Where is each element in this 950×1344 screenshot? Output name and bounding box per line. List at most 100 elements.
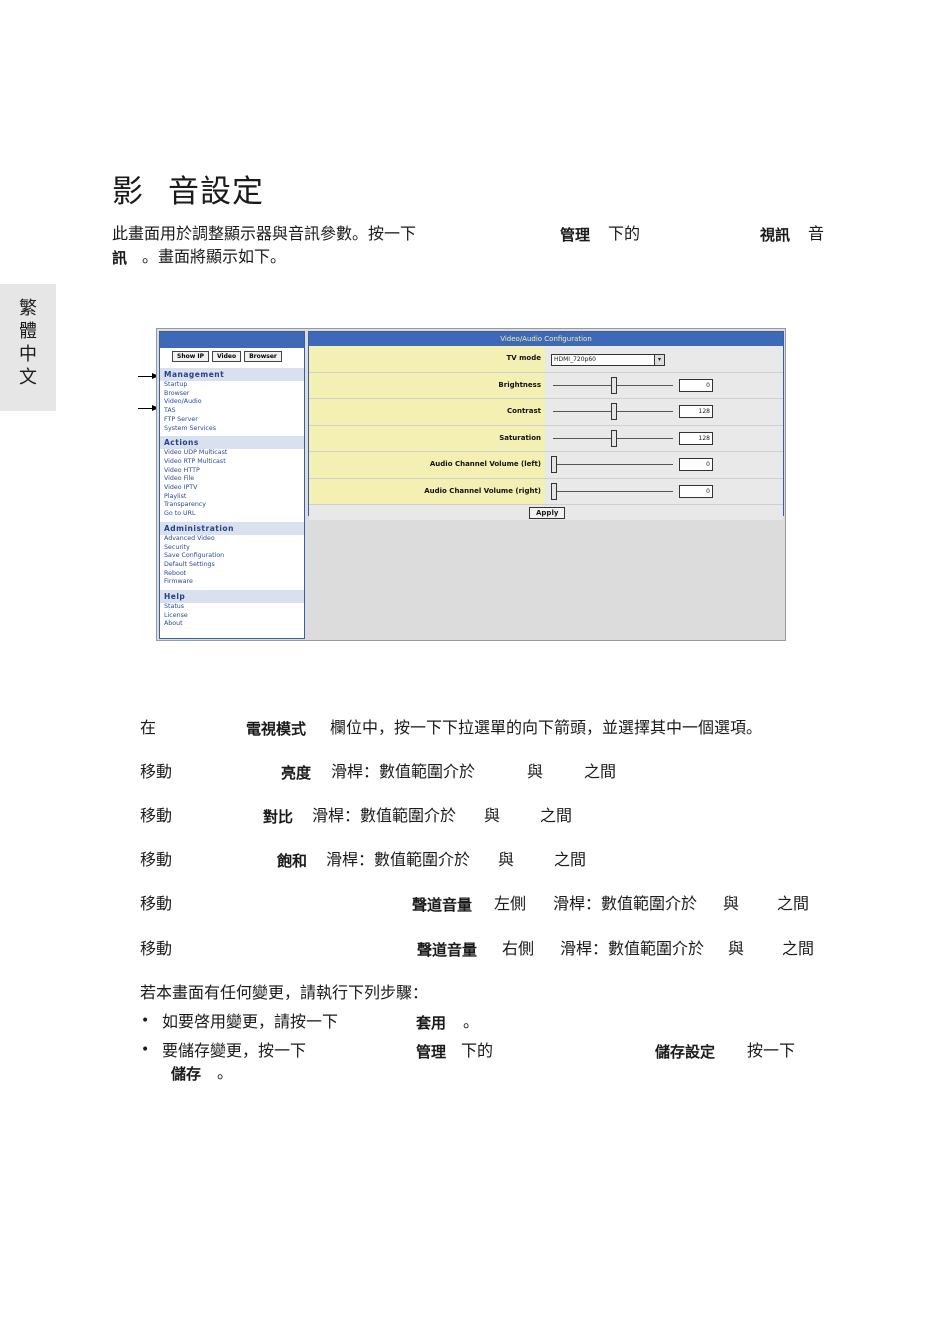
bullet-1-b: 套用 bbox=[416, 1014, 447, 1032]
nav-item-video-file[interactable]: Video File bbox=[160, 475, 304, 484]
tv-mode-select[interactable]: HDMI_720p60 ▾ bbox=[551, 354, 665, 366]
slider-track[interactable] bbox=[553, 490, 673, 492]
nav-item-security[interactable]: Security bbox=[160, 544, 304, 553]
step-1-c: 欄位中，按一下下拉選單的向下箭頭，並選擇其中一個選項。 bbox=[330, 718, 763, 737]
nav-item-system-services[interactable]: System Services bbox=[160, 425, 304, 434]
nav-item-browser[interactable]: Browser bbox=[160, 390, 304, 399]
intro-audio-a: 音 bbox=[808, 224, 825, 243]
step-3-e: 之間 bbox=[540, 806, 573, 825]
tv-mode-label: TV mode bbox=[309, 346, 545, 372]
page-title-b: 音設定 bbox=[168, 174, 264, 210]
nav-item-video-iptv[interactable]: Video IPTV bbox=[160, 484, 304, 493]
slider-track[interactable] bbox=[553, 464, 673, 465]
tv-mode-value: HDMI_720p60 bbox=[554, 356, 596, 363]
intro-text: 此畫面用於調整顯示器與音訊參數。按一下 bbox=[112, 224, 417, 243]
nav-item-status[interactable]: Status bbox=[160, 603, 304, 612]
chevron-down-icon[interactable]: ▾ bbox=[654, 355, 664, 365]
bullet-2-d: 儲存設定 bbox=[655, 1043, 716, 1061]
slider-value-input[interactable]: 0 bbox=[679, 484, 713, 498]
browser-button[interactable]: Browser bbox=[244, 351, 282, 362]
step-2-b: 亮度 bbox=[281, 764, 312, 782]
nav-section-actions: Actions bbox=[160, 436, 304, 450]
step-6-c: 滑桿：數值範圍介於 bbox=[560, 939, 705, 958]
step-3-a: 移動 bbox=[140, 806, 173, 825]
nav-header bbox=[160, 332, 304, 348]
side-tab-char: 文 bbox=[19, 367, 37, 388]
arrow-pointer-management bbox=[138, 373, 159, 379]
slider-value-input[interactable]: 0 bbox=[679, 458, 713, 471]
slider-label: Contrast bbox=[309, 399, 545, 425]
bullet-2-c: 下的 bbox=[461, 1041, 494, 1060]
apply-button[interactable]: Apply bbox=[529, 507, 566, 519]
nav-item-go-to-url[interactable]: Go to URL bbox=[160, 510, 304, 519]
step-6-b2: 右側 bbox=[502, 939, 535, 958]
slider-row: Saturation 128 bbox=[309, 425, 783, 452]
side-tab-char: 體 bbox=[19, 321, 37, 342]
bullet-1-c: 。 bbox=[463, 1012, 480, 1031]
step-6-a: 移動 bbox=[140, 939, 173, 958]
slider-row: Audio Channel Volume (right) 0 bbox=[309, 478, 783, 505]
language-side-tab: 繁 體 中 文 bbox=[0, 284, 56, 411]
changes-intro: 若本畫面有任何變更，請執行下列步驟： bbox=[140, 983, 429, 1002]
step-6-e: 之間 bbox=[782, 939, 815, 958]
nav-item-license[interactable]: License bbox=[160, 612, 304, 621]
nav-item-rtp-multicast[interactable]: Video RTP Multicast bbox=[160, 458, 304, 467]
step-5-c: 滑桿：數值範圍介於 bbox=[553, 894, 698, 913]
bullet-2-g: 。 bbox=[217, 1063, 234, 1082]
nav-item-default-settings[interactable]: Default Settings bbox=[160, 561, 304, 570]
slider-thumb[interactable] bbox=[551, 456, 557, 473]
step-1-a: 在 bbox=[140, 718, 157, 737]
nav-section-administration: Administration bbox=[160, 521, 304, 535]
intro-video: 視訊 bbox=[760, 226, 791, 244]
bullet-1-a: 如要啓用變更，請按一下 bbox=[162, 1012, 339, 1031]
nav-item-playlist[interactable]: Playlist bbox=[160, 493, 304, 502]
nav-item-startup[interactable]: Startup bbox=[160, 381, 304, 390]
arrow-pointer-video-audio bbox=[138, 405, 159, 411]
step-4-b: 飽和 bbox=[277, 852, 308, 870]
bullet-2-b: 管理 bbox=[416, 1043, 447, 1061]
step-1-b: 電視模式 bbox=[246, 720, 307, 738]
step-2-c: 滑桿：數值範圍介於 bbox=[331, 762, 476, 781]
intro-under: 下的 bbox=[608, 224, 641, 243]
slider-value-input[interactable]: 128 bbox=[679, 405, 713, 418]
nav-item-tas[interactable]: TAS bbox=[160, 407, 304, 416]
slider-thumb[interactable] bbox=[551, 482, 557, 500]
step-6-d: 與 bbox=[728, 939, 745, 958]
intro-line2: 。畫面將顯示如下。 bbox=[142, 247, 287, 266]
step-6-b: 聲道音量 bbox=[417, 941, 478, 959]
video-audio-screenshot: Show IP Video Browser Management Startup… bbox=[156, 328, 786, 641]
step-5-a: 移動 bbox=[140, 894, 173, 913]
bullet-dot: • bbox=[141, 1013, 150, 1029]
slider-value-input[interactable]: 0 bbox=[679, 378, 713, 392]
step-3-c: 滑桿：數值範圍介於 bbox=[312, 806, 457, 825]
bullet-dot: • bbox=[141, 1042, 150, 1058]
slider-thumb[interactable] bbox=[611, 429, 617, 447]
nav-item-about[interactable]: About bbox=[160, 620, 304, 629]
show-ip-button[interactable]: Show IP bbox=[172, 351, 209, 362]
slider-label: Saturation bbox=[309, 425, 545, 451]
nav-section-management: Management bbox=[160, 368, 304, 381]
nav-item-save-configuration[interactable]: Save Configuration bbox=[160, 552, 304, 561]
slider-value-input[interactable]: 128 bbox=[679, 431, 713, 445]
video-button[interactable]: Video bbox=[211, 351, 242, 362]
page-title-a: 影 bbox=[112, 174, 144, 210]
slider-row: Brightness 0 bbox=[309, 372, 783, 399]
nav-item-video-audio[interactable]: Video/Audio bbox=[160, 398, 304, 407]
nav-item-ftp-server[interactable]: FTP Server bbox=[160, 416, 304, 425]
step-4-e: 之間 bbox=[554, 850, 587, 869]
slider-label: Brightness bbox=[309, 372, 545, 398]
bullet-2-a: 要儲存變更，按一下 bbox=[162, 1041, 307, 1060]
nav-item-video-http[interactable]: Video HTTP bbox=[160, 467, 304, 476]
bullet-2-e: 按一下 bbox=[747, 1041, 796, 1060]
step-4-d: 與 bbox=[498, 850, 515, 869]
step-5-b: 聲道音量 bbox=[412, 896, 473, 914]
slider-thumb[interactable] bbox=[611, 403, 617, 420]
nav-item-transparency[interactable]: Transparency bbox=[160, 501, 304, 510]
nav-item-reboot[interactable]: Reboot bbox=[160, 570, 304, 579]
config-panel-title: Video/Audio Configuration bbox=[309, 332, 783, 346]
slider-thumb[interactable] bbox=[611, 376, 617, 394]
nav-item-advanced-video[interactable]: Advanced Video bbox=[160, 535, 304, 544]
nav-section-help: Help bbox=[160, 590, 304, 604]
nav-item-udp-multicast[interactable]: Video UDP Multicast bbox=[160, 449, 304, 458]
nav-item-firmware[interactable]: Firmware bbox=[160, 578, 304, 587]
